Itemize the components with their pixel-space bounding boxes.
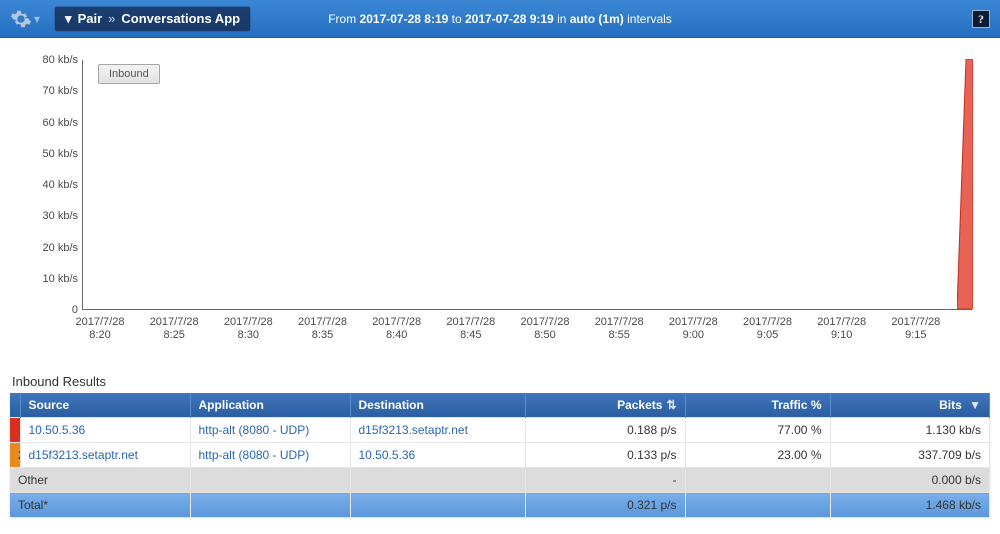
- legend-inbound[interactable]: Inbound: [98, 64, 160, 84]
- breadcrumb-root: Pair: [78, 11, 103, 26]
- cell-packets: 0.188 p/s: [525, 418, 685, 443]
- other-packets: -: [525, 468, 685, 493]
- breadcrumb-page: Conversations App: [121, 11, 240, 26]
- breadcrumb[interactable]: ▾ Pair » Conversations App: [54, 6, 251, 32]
- other-label: Other: [10, 468, 190, 493]
- chart-area: 0 10 kb/s 20 kb/s 30 kb/s 40 kb/s 50 kb/s 60 k…: [0, 38, 1000, 354]
- cell-packets: 0.133 p/s: [525, 443, 685, 468]
- total-label: Total*: [10, 493, 190, 518]
- x-tick: 2017/7/289:15: [881, 316, 951, 342]
- table-row[interactable]: 1 10.50.5.36 http-alt (8080 - UDP) d15f3…: [10, 418, 990, 443]
- cell-traffic: 77.00 %: [685, 418, 830, 443]
- y-tick: 20 kb/s: [22, 242, 78, 254]
- row-swatch: 1: [10, 418, 20, 443]
- col-application[interactable]: Application: [190, 393, 350, 418]
- other-bits: 0.000 b/s: [830, 468, 990, 493]
- cell-destination[interactable]: 10.50.5.36: [350, 443, 525, 468]
- cell-application[interactable]: http-alt (8080 - UDP): [190, 443, 350, 468]
- col-swatch: [10, 393, 20, 418]
- sort-desc-icon: ▼: [966, 398, 981, 412]
- x-tick: 2017/7/288:30: [213, 316, 283, 342]
- col-destination[interactable]: Destination: [350, 393, 525, 418]
- x-tick: 2017/7/289:05: [733, 316, 803, 342]
- cell-application[interactable]: http-alt (8080 - UDP): [190, 418, 350, 443]
- y-tick: 80 kb/s: [22, 54, 78, 66]
- col-source[interactable]: Source: [20, 393, 190, 418]
- y-tick: 40 kb/s: [22, 179, 78, 191]
- table-row-other[interactable]: Other - 0.000 b/s: [10, 468, 990, 493]
- x-tick: 2017/7/288:25: [139, 316, 209, 342]
- total-packets: 0.321 p/s: [525, 493, 685, 518]
- series-spike: [957, 59, 973, 309]
- cell-bits: 1.130 kb/s: [830, 418, 990, 443]
- results-section: Inbound Results Source Application Desti…: [0, 374, 1000, 517]
- y-tick: 60 kb/s: [22, 117, 78, 129]
- x-tick: 2017/7/288:20: [65, 316, 135, 342]
- results-table: Source Application Destination Packets⇅ …: [10, 393, 990, 517]
- breadcrumb-sep: »: [108, 11, 115, 26]
- x-tick: 2017/7/289:00: [658, 316, 728, 342]
- range-end: 2017-07-28 9:19: [465, 12, 554, 26]
- cell-traffic: 23.00 %: [685, 443, 830, 468]
- table-row-total: Total* 0.321 p/s 1.468 kb/s: [10, 493, 990, 518]
- x-tick: 2017/7/288:35: [288, 316, 358, 342]
- cell-source[interactable]: 10.50.5.36: [20, 418, 190, 443]
- chart-plot[interactable]: Inbound: [82, 60, 972, 310]
- y-tick: 30 kb/s: [22, 210, 78, 222]
- col-bits[interactable]: Bits ▼: [830, 393, 990, 418]
- y-axis: 010 kb/s20 kb/s30 kb/s40 kb/s50 kb/s60 k…: [26, 60, 78, 310]
- x-tick: 2017/7/289:10: [807, 316, 877, 342]
- y-tick: 0: [22, 304, 78, 316]
- header-bar: ▾ ▾ Pair » Conversations App From 2017-0…: [0, 0, 1000, 38]
- col-traffic[interactable]: Traffic %: [685, 393, 830, 418]
- y-tick: 50 kb/s: [22, 148, 78, 160]
- total-traffic: [685, 493, 830, 518]
- other-traffic: [685, 468, 830, 493]
- x-tick: 2017/7/288:50: [510, 316, 580, 342]
- range-start: 2017-07-28 8:19: [360, 12, 449, 26]
- y-tick: 10 kb/s: [22, 273, 78, 285]
- dropdown-caret-icon: ▾: [34, 12, 40, 26]
- results-title: Inbound Results: [12, 374, 990, 389]
- help-button[interactable]: ?: [972, 10, 990, 28]
- x-tick: 2017/7/288:45: [436, 316, 506, 342]
- time-range[interactable]: From 2017-07-28 8:19 to 2017-07-28 9:19 …: [328, 12, 672, 26]
- total-bits: 1.468 kb/s: [830, 493, 990, 518]
- row-swatch: 2: [10, 443, 20, 468]
- table-row[interactable]: 2 d15f3213.setaptr.net http-alt (8080 - …: [10, 443, 990, 468]
- x-tick: 2017/7/288:40: [362, 316, 432, 342]
- cell-destination[interactable]: d15f3213.setaptr.net: [350, 418, 525, 443]
- breadcrumb-caret-icon: ▾: [65, 11, 72, 27]
- sort-icon: ⇅: [666, 398, 676, 412]
- x-axis: 2017/7/288:202017/7/288:252017/7/288:302…: [82, 316, 972, 350]
- settings-menu[interactable]: ▾: [10, 8, 40, 30]
- col-packets[interactable]: Packets⇅: [525, 393, 685, 418]
- x-tick: 2017/7/288:55: [584, 316, 654, 342]
- range-interval: auto (1m): [570, 12, 624, 26]
- cell-source[interactable]: d15f3213.setaptr.net: [20, 443, 190, 468]
- y-tick: 70 kb/s: [22, 85, 78, 97]
- cell-bits: 337.709 b/s: [830, 443, 990, 468]
- table-header-row: Source Application Destination Packets⇅ …: [10, 393, 990, 418]
- gear-icon: [10, 8, 32, 30]
